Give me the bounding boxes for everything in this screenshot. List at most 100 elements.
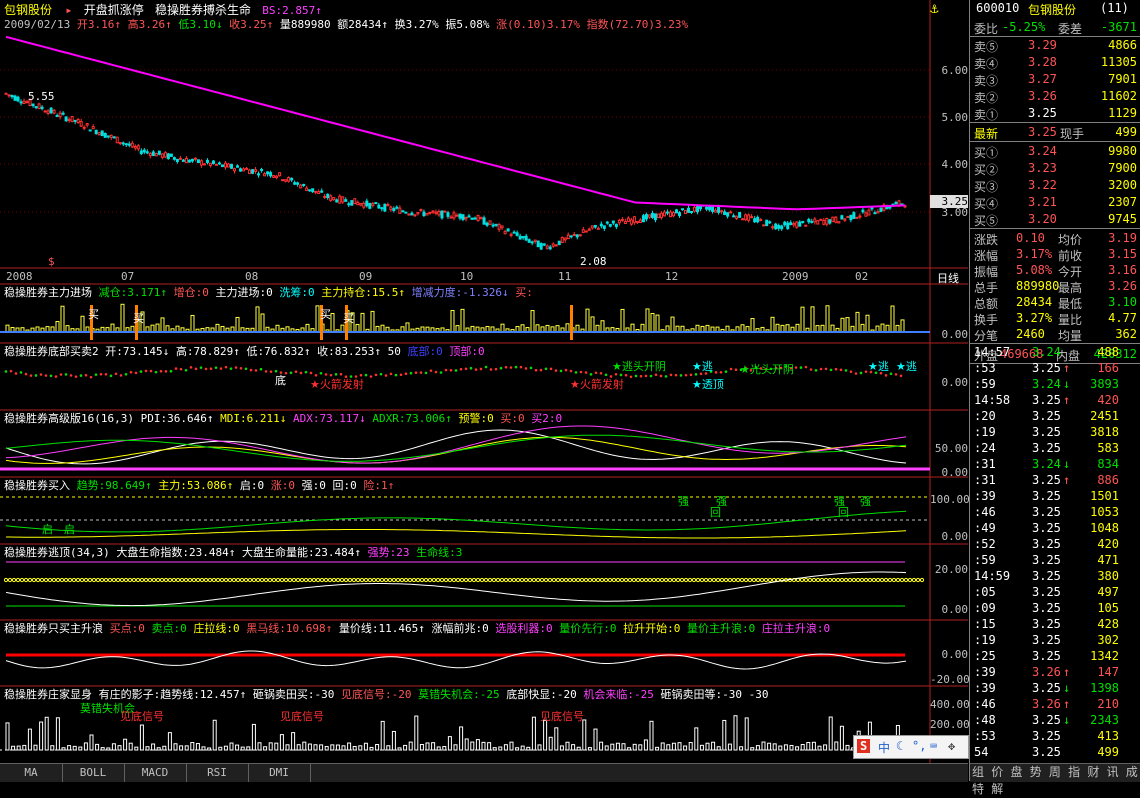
- indicator-line: [6, 529, 907, 539]
- volume-bar: [526, 746, 531, 751]
- panel-title-6[interactable]: 稳操胜券只买主升浪 买点:0 卖点:0 庄拉线:0 黑马线:10.698↑ 量价…: [4, 620, 830, 636]
- tick-row[interactable]: :49 3.25 1048: [970, 520, 1140, 536]
- signal-dot: [599, 371, 603, 375]
- tick-row[interactable]: :46 3.25 1053: [970, 504, 1140, 520]
- ime-toolbar[interactable]: S 中 ☾ °, ⌨ ✥: [853, 735, 969, 759]
- tick-row[interactable]: :48 3.25 2343 ↓: [970, 712, 1140, 728]
- right-tabs[interactable]: 组 价 盘 势 周 指 财 讯 成 特 解: [970, 763, 1140, 796]
- tick-row[interactable]: :15 3.25 428: [970, 616, 1140, 632]
- panel-value: 开:73.145↓: [98, 345, 170, 358]
- life-dot: [847, 577, 853, 583]
- stat-value: 4.77: [1108, 311, 1137, 325]
- candle-body: [650, 212, 654, 218]
- tab-rsi[interactable]: RSI: [186, 764, 249, 782]
- life-dot: [839, 577, 845, 583]
- panel-name[interactable]: 稳操胜券逃顶(34,3): [4, 546, 110, 559]
- indicator-line: [5, 425, 907, 464]
- tick-time: :53: [974, 361, 996, 375]
- tick-row[interactable]: :05 3.25 497: [970, 584, 1140, 600]
- tick-row[interactable]: :09 3.25 105: [970, 600, 1140, 616]
- panel-title-2[interactable]: 稳操胜券底部买卖2 开:73.145↓ 高:78.829↑ 低:76.832↑ …: [4, 343, 485, 359]
- panel-title-3[interactable]: 稳操胜券高级版16(16,3) PDI:36.646↑ MDI:6.211↓ A…: [4, 410, 562, 426]
- panel-title-7[interactable]: 稳操胜券庄家显身 有庄的影子:趋势线:12.457↑ 砸锅卖田买:-30 见底信…: [4, 686, 768, 702]
- tick-row[interactable]: :31 3.25 886 ↑: [970, 472, 1140, 488]
- tick-row[interactable]: :39 3.25 1501: [970, 488, 1140, 504]
- life-dot: [3, 577, 9, 583]
- panel-name[interactable]: 稳操胜券买入: [4, 479, 70, 492]
- moon-icon[interactable]: ☾: [896, 739, 903, 753]
- signal-dot: [389, 372, 393, 376]
- period-label[interactable]: 日线: [937, 270, 959, 286]
- panel-title-1[interactable]: 稳操胜券主力进场 减仓:3.171↑ 增仓:0 主力进场:0 洗筹:0 主力持仓…: [4, 284, 533, 300]
- tick-row[interactable]: :39 3.25 1398 ↓: [970, 680, 1140, 696]
- tick-row[interactable]: :31 3.24 834 ↓: [970, 456, 1140, 472]
- candle-body: [220, 164, 224, 168]
- life-dot: [803, 577, 809, 583]
- tab-boll[interactable]: BOLL: [62, 764, 125, 782]
- indicator-name-2[interactable]: 稳操胜券搏杀生命: [155, 3, 251, 17]
- panel-value: 主力:53.086↑: [151, 479, 234, 492]
- anchor-icon[interactable]: ⚓: [930, 1, 938, 17]
- indicator-name[interactable]: 开盘抓涨停: [84, 3, 144, 17]
- life-dot: [703, 577, 709, 583]
- signal-dot: [359, 373, 363, 377]
- tick-row[interactable]: :52 3.25 420: [970, 536, 1140, 552]
- tab-macd[interactable]: MACD: [124, 764, 187, 782]
- tick-row[interactable]: :53 3.25 166 ↑: [970, 360, 1140, 376]
- panel-name[interactable]: 稳操胜券底部买卖2: [4, 345, 99, 358]
- panel-name[interactable]: 稳操胜券主力进场: [4, 286, 92, 299]
- tick-row[interactable]: 14:59 3.25 380: [970, 568, 1140, 584]
- escape-signal-label: ★逃: [692, 360, 713, 373]
- time-axis-label: 11: [558, 270, 572, 283]
- ime-mode[interactable]: 中: [878, 739, 890, 756]
- life-dot: [363, 577, 369, 583]
- stat-value: 3.19: [1108, 231, 1137, 245]
- candle-body: [34, 106, 38, 109]
- bottom-signal-label: 见底信号: [280, 709, 324, 723]
- chart-area[interactable]: 买买买买底 ★火箭发射 ★火箭发射 ★逃头开阴 ★透顶 ★逃 ★光头开阴 ★逃 ★逃启启强强回强…: [0, 0, 970, 782]
- tick-row[interactable]: :53 3.25 413: [970, 728, 1140, 744]
- volume-bar: [670, 316, 675, 333]
- panel-value: 大盘生命指数:23.484↑: [109, 546, 236, 559]
- panel-title-5[interactable]: 稳操胜券逃顶(34,3) 大盘生命指数:23.484↑ 大盘生命量能:23.48…: [4, 544, 462, 560]
- panel-name[interactable]: 稳操胜券只买主升浪: [4, 622, 103, 635]
- signal-dot: [274, 369, 278, 373]
- signal-dot: [384, 374, 388, 377]
- panel-title-4[interactable]: 稳操胜券买入 趋势:98.649↑ 主力:53.086↑ 启:0 涨:0 强:0…: [4, 477, 394, 493]
- candle-body: [608, 224, 612, 227]
- tick-row[interactable]: :24 3.25 583: [970, 440, 1140, 456]
- tab-ma[interactable]: MA: [0, 764, 63, 782]
- life-dot: [383, 577, 389, 583]
- tick-row[interactable]: :39 3.26 147 ↑: [970, 664, 1140, 680]
- tick-row[interactable]: 14:57 3.24 488: [970, 344, 1140, 360]
- candle-body: [157, 150, 161, 155]
- tick-row[interactable]: :20 3.25 2451: [970, 408, 1140, 424]
- panel-name[interactable]: 稳操胜券庄家显身: [4, 688, 92, 701]
- tick-row[interactable]: :59 3.24 3893 ↓: [970, 376, 1140, 392]
- panel-name[interactable]: 稳操胜券高级版16(16,3): [4, 412, 134, 425]
- punct-icon[interactable]: °,: [912, 739, 926, 753]
- signal-dot: [444, 368, 448, 372]
- candle-body: [852, 212, 856, 219]
- tick-row[interactable]: :59 3.25 471: [970, 552, 1140, 568]
- tick-row[interactable]: :19 3.25 3818: [970, 424, 1140, 440]
- candle-body: [308, 189, 312, 192]
- tick-row[interactable]: 54 3.25 499: [970, 744, 1140, 760]
- settings-icon[interactable]: ✥: [948, 739, 955, 753]
- keyboard-icon[interactable]: ⌨: [930, 739, 937, 753]
- candle-body: [347, 203, 351, 206]
- volume-bar: [195, 743, 200, 751]
- kline-chart[interactable]: 买买买买底 ★火箭发射 ★火箭发射★逃头开阴★透顶★逃 ★光头开阴 ★逃 ★逃启 启强 强回强…: [0, 0, 968, 763]
- candle-body: [290, 177, 294, 181]
- tab-dmi[interactable]: DMI: [248, 764, 311, 782]
- candle-body: [139, 150, 143, 155]
- tick-row[interactable]: :19 3.25 302: [970, 632, 1140, 648]
- tick-price: 3.25: [1032, 585, 1061, 599]
- tick-row[interactable]: :46 3.26 210 ↑: [970, 696, 1140, 712]
- tick-row[interactable]: 14:58 3.25 420 ↑: [970, 392, 1140, 408]
- sogou-logo-icon[interactable]: S: [857, 739, 871, 753]
- volume-bar: [380, 324, 385, 333]
- signal-dot: [69, 374, 73, 377]
- panel-value: 机会来临:-25: [576, 688, 654, 701]
- tick-row[interactable]: :25 3.25 1342: [970, 648, 1140, 664]
